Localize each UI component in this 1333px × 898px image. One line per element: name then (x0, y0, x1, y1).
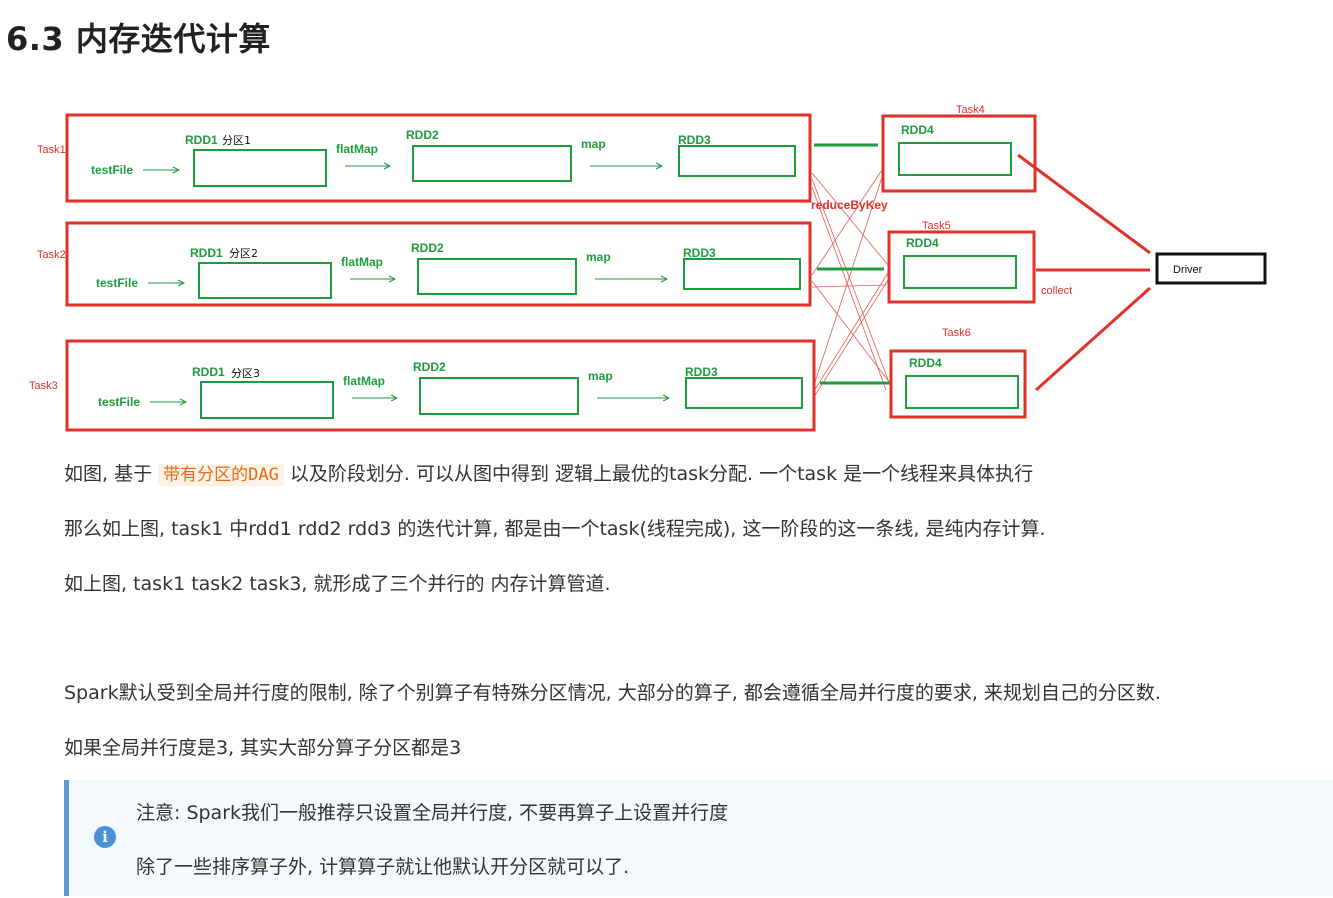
task-label: Task3 (29, 380, 58, 392)
rdd4-label: RDD4 (901, 123, 934, 137)
shuffle-label: reduceByKey (811, 198, 888, 212)
inline-code: 带有分区的DAG (158, 464, 284, 486)
rdd3-label: RDD3 (683, 246, 716, 260)
rdd2-label: RDD2 (413, 360, 446, 374)
task-container (65, 339, 816, 432)
rdd2-box (419, 377, 579, 415)
rdd3-label: RDD3 (678, 133, 711, 147)
task-label: Task2 (37, 249, 66, 261)
dag-diagram: Task1 testFile RDD1 分区1 flatMap RDD2 map… (29, 104, 1267, 432)
source-label: testFile (96, 276, 138, 290)
rdd2-label: RDD2 (411, 241, 444, 255)
task-label: Task1 (37, 144, 66, 156)
rdd3-label: RDD3 (685, 365, 718, 379)
rdd4-box (898, 142, 1012, 176)
callout-line-2: 除了一些排序算子外, 计算算子就让他默认开分区就可以了. (136, 856, 630, 878)
paragraph-4: Spark默认受到全局并行度的限制, 除了个别算子有特殊分区情况, 大部分的算子… (64, 682, 1161, 704)
task-row-1: Task1 testFile RDD1 分区1 flatMap RDD2 map… (37, 113, 812, 203)
rdd2-label: RDD2 (406, 128, 439, 142)
reducer-task-label: Task6 (942, 327, 971, 339)
rdd4-label: RDD4 (909, 356, 942, 370)
collect-lines (1017, 153, 1152, 392)
task-container (65, 221, 812, 307)
reducer-task-label: Task4 (956, 104, 985, 116)
paragraph-5: 如果全局并行度是3, 其实大部分算子分区都是3 (64, 737, 462, 759)
op2-label: map (581, 137, 606, 151)
source-label: testFile (91, 163, 133, 177)
info-icon: i (94, 826, 116, 848)
rdd3-box (683, 258, 801, 290)
callout-line-1: 注意: Spark我们一般推荐只设置全局并行度, 不要再算子上设置并行度 (136, 802, 729, 824)
rdd1-label: RDD1 (190, 246, 223, 260)
rdd1-box (193, 149, 327, 187)
rdd4-box (905, 375, 1019, 409)
rdd4-label: RDD4 (906, 236, 939, 250)
rdd1-box (200, 381, 334, 419)
op1-label: flatMap (341, 255, 383, 269)
reducer-task-3: Task6 RDD4 (889, 327, 1027, 419)
paragraph-2: 那么如上图, task1 中rdd1 rdd2 rdd3 的迭代计算, 都是由一… (64, 518, 1046, 540)
reducer-task-2: Task5 RDD4 (887, 220, 1036, 304)
rdd1-label: RDD1 (185, 133, 218, 147)
rdd2-box (412, 145, 572, 182)
partition-label: 分区2 (229, 247, 258, 260)
rdd3-box (678, 145, 796, 177)
reducer-task-label: Task5 (922, 220, 951, 232)
rdd3-box (685, 377, 803, 409)
driver-label: Driver (1173, 264, 1203, 276)
task-row-2: Task2 testFile RDD1 分区2 flatMap RDD2 map… (37, 221, 812, 307)
rdd2-box (417, 258, 577, 295)
op1-label: flatMap (343, 374, 385, 388)
paragraph-1: 如图, 基于 带有分区的DAG 以及阶段划分. 可以从图中得到 逻辑上最优的ta… (64, 459, 1033, 486)
rdd4-box (903, 255, 1017, 289)
partition-label: 分区1 (222, 134, 251, 147)
op2-label: map (588, 369, 613, 383)
partition-label: 分区3 (231, 367, 260, 380)
paragraph-1-before: 如图, 基于 (64, 463, 159, 485)
rdd1-label: RDD1 (192, 365, 225, 379)
source-label: testFile (98, 395, 140, 409)
page-title: 6.3 内存迭代计算 (6, 20, 271, 58)
info-callout: i 注意: Spark我们一般推荐只设置全局并行度, 不要再算子上设置并行度 除… (64, 780, 1333, 896)
op1-label: flatMap (336, 142, 378, 156)
rdd1-box (198, 262, 332, 299)
task-row-3: Task3 testFile RDD1 分区3 flatMap RDD2 map… (29, 339, 816, 432)
paragraph-1-after: 以及阶段划分. 可以从图中得到 逻辑上最优的task分配. 一个task 是一个… (283, 463, 1034, 485)
shuffle-direct-lines (814, 143, 890, 385)
paragraph-3: 如上图, task1 task2 task3, 就形成了三个并行的 内存计算管道… (64, 573, 611, 595)
collect-label: collect (1041, 285, 1072, 297)
op2-label: map (586, 250, 611, 264)
reducer-task-1: Task4 RDD4 (881, 104, 1037, 193)
